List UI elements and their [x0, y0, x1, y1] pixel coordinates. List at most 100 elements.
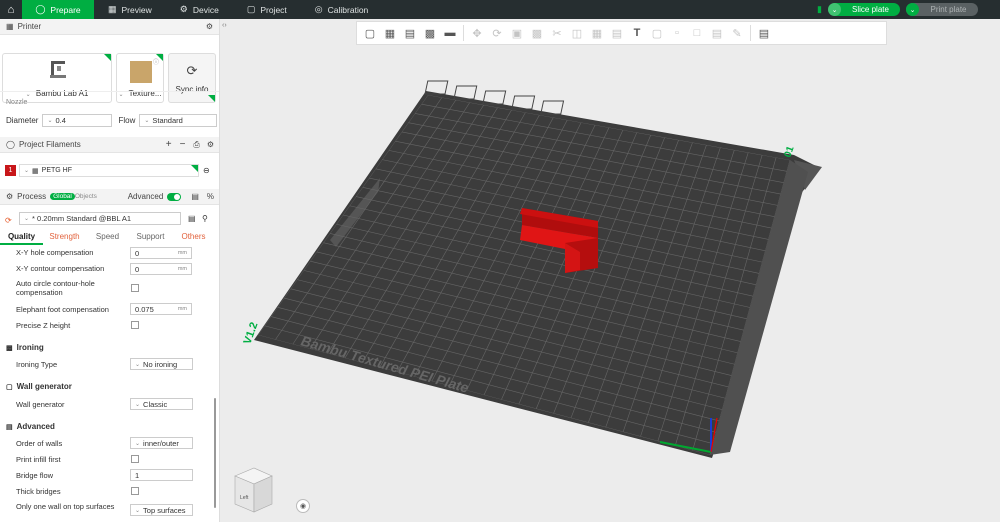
slice-plate-button[interactable]: ⌄ Slice plate: [828, 3, 900, 16]
tab-quality[interactable]: Quality: [0, 232, 43, 245]
zoom-fit-icon[interactable]: ◉: [296, 499, 310, 513]
chevron-down-icon[interactable]: ⌄: [906, 3, 919, 16]
reset-icon[interactable]: ⟳: [5, 216, 12, 225]
plate-name-text: Bambu Textured PEI Plate: [299, 333, 471, 396]
collapse-sidebar-icon[interactable]: ‹›: [222, 22, 227, 29]
lay-on-face-icon[interactable]: ▩: [528, 24, 546, 42]
assembly-icon[interactable]: ▫: [668, 24, 686, 42]
chevron-down-icon[interactable]: ⌄: [828, 3, 841, 16]
slice-controls: ▮ ⌄ Slice plate ⌄ Print plate: [817, 0, 1000, 19]
process-preset-select[interactable]: ⌄ * 0.20mm Standard @BBL A1: [19, 212, 181, 225]
move-icon[interactable]: ✥: [468, 24, 486, 42]
arrange-plate-icon[interactable]: [482, 90, 507, 105]
precise-z-checkbox[interactable]: [131, 321, 139, 329]
one-wall-top-select[interactable]: ⌄ Top surfaces: [130, 504, 193, 516]
wall-icon: ▢: [6, 383, 13, 391]
fit-icon[interactable]: □: [688, 24, 706, 42]
filament-index-badge[interactable]: 1: [5, 165, 16, 176]
gear-icon[interactable]: ⚙: [206, 22, 213, 31]
grid-line: [518, 132, 638, 405]
grid-line: [640, 149, 735, 437]
project-icon: ▢: [246, 4, 256, 14]
ironing-type-select[interactable]: ⌄ No ironing: [130, 358, 193, 370]
printer-status-icon[interactable]: ▮: [817, 4, 822, 15]
grid-line: [553, 137, 665, 414]
auto-circle-checkbox[interactable]: [131, 284, 139, 292]
thick-bridges-checkbox[interactable]: [131, 487, 139, 495]
tab-strength[interactable]: Strength: [43, 232, 86, 245]
chevron-down-icon: ⌄: [24, 216, 30, 222]
grid-line: [329, 233, 744, 331]
arrange-icon[interactable]: ▩: [421, 24, 439, 42]
model-object[interactable]: [520, 208, 598, 273]
elephant-foot-input[interactable]: 0.075 mm: [130, 303, 192, 315]
gear-icon[interactable]: ⚙: [207, 140, 214, 149]
tab-prepare[interactable]: ◯ Prepare: [22, 0, 94, 19]
flow-select[interactable]: ⌄ Standard: [139, 114, 218, 127]
grid-line: [588, 142, 693, 423]
seam-paint-icon[interactable]: ▤: [608, 24, 626, 42]
xy-hole-compensation-input[interactable]: 0 mm: [130, 247, 192, 259]
variable-layer-icon[interactable]: ▤: [708, 24, 726, 42]
objects-toggle[interactable]: Objects: [75, 193, 97, 200]
print-infill-first-checkbox[interactable]: [131, 455, 139, 463]
grid-line: [271, 316, 717, 433]
compare-icon[interactable]: ▤: [191, 192, 199, 201]
object-toolbar: ▢ ▦ ▤ ▩ ▬ ✥ ⟳ ▣ ▩ ✂ ◫ ▦ ▤ T ▢ ▫ □ ▤ ✎ ▤: [356, 21, 887, 45]
lock-plate-icon[interactable]: [511, 95, 536, 110]
param-label: Wall generator: [16, 400, 65, 409]
prepare-icon: ◯: [35, 4, 46, 14]
view-cube[interactable]: Left: [230, 462, 280, 518]
support-paint-icon[interactable]: ▦: [588, 24, 606, 42]
split-plate-icon[interactable]: ▬: [441, 24, 459, 42]
export-icon[interactable]: ▤: [755, 24, 773, 42]
plate-card[interactable]: ⓘ ⌄ Texture...: [116, 53, 164, 103]
tab-device[interactable]: ⚙ Device: [166, 0, 233, 19]
orient-plate-icon[interactable]: [453, 85, 478, 100]
param-label: Auto circle contour-hole compensation: [16, 279, 95, 297]
plate-settings-icon[interactable]: [540, 100, 565, 115]
printer-card[interactable]: ⌄ Bambu Lab A1: [2, 53, 112, 103]
boolean-icon[interactable]: ◫: [568, 24, 586, 42]
filament-select[interactable]: ⌄ ▦ PETG HF: [19, 164, 199, 177]
print-icon[interactable]: ⎙: [193, 140, 199, 150]
tab-calibration[interactable]: ◎ Calibration: [301, 0, 383, 19]
scale-icon[interactable]: ▣: [508, 24, 526, 42]
grid-line: [692, 157, 777, 451]
measure-icon[interactable]: ▢: [648, 24, 666, 42]
advanced-switch[interactable]: [167, 192, 182, 201]
info-icon[interactable]: ⓘ: [153, 57, 159, 66]
wall-generator-select[interactable]: ⌄ Classic: [130, 398, 193, 410]
global-toggle[interactable]: Global: [50, 193, 75, 200]
paint-icon[interactable]: ✎: [728, 24, 746, 42]
bridge-flow-input[interactable]: 1: [130, 469, 193, 481]
tab-project[interactable]: ▢ Project: [233, 0, 301, 19]
xy-contour-compensation-input[interactable]: 0 mm: [130, 263, 192, 275]
home-icon[interactable]: ⌂: [0, 0, 22, 19]
close-plate-icon[interactable]: [424, 80, 449, 95]
rotate-icon[interactable]: ⟳: [488, 24, 506, 42]
diameter-label: Diameter: [6, 116, 39, 125]
cut-icon[interactable]: ✂: [548, 24, 566, 42]
grid-line: [336, 223, 747, 320]
grid-line: [396, 114, 540, 373]
tab-support[interactable]: Support: [129, 232, 172, 245]
print-plate-button[interactable]: ⌄ Print plate: [906, 3, 978, 16]
tab-speed[interactable]: Speed: [86, 232, 129, 245]
order-of-walls-select[interactable]: ⌄ inner/outer: [130, 437, 193, 449]
add-plate-icon[interactable]: ▦: [381, 24, 399, 42]
tab-others[interactable]: Others: [172, 232, 215, 245]
tab-preview[interactable]: ▦ Preview: [94, 0, 166, 19]
add-icon[interactable]: +: [166, 139, 172, 150]
remove-icon[interactable]: −: [180, 139, 186, 150]
auto-orient-icon[interactable]: ▤: [401, 24, 419, 42]
text-icon[interactable]: T: [628, 24, 646, 42]
sidebar-scrollbar[interactable]: [214, 398, 216, 508]
search-icon[interactable]: ⚲: [202, 214, 208, 223]
save-preset-icon[interactable]: ▤: [188, 214, 196, 223]
grid-line: [414, 113, 784, 183]
add-object-icon[interactable]: ▢: [361, 24, 379, 42]
diameter-select[interactable]: ⌄ 0.4: [42, 114, 113, 127]
filament-options-icon[interactable]: ⊖: [203, 166, 210, 175]
percent-icon[interactable]: %: [207, 192, 214, 201]
